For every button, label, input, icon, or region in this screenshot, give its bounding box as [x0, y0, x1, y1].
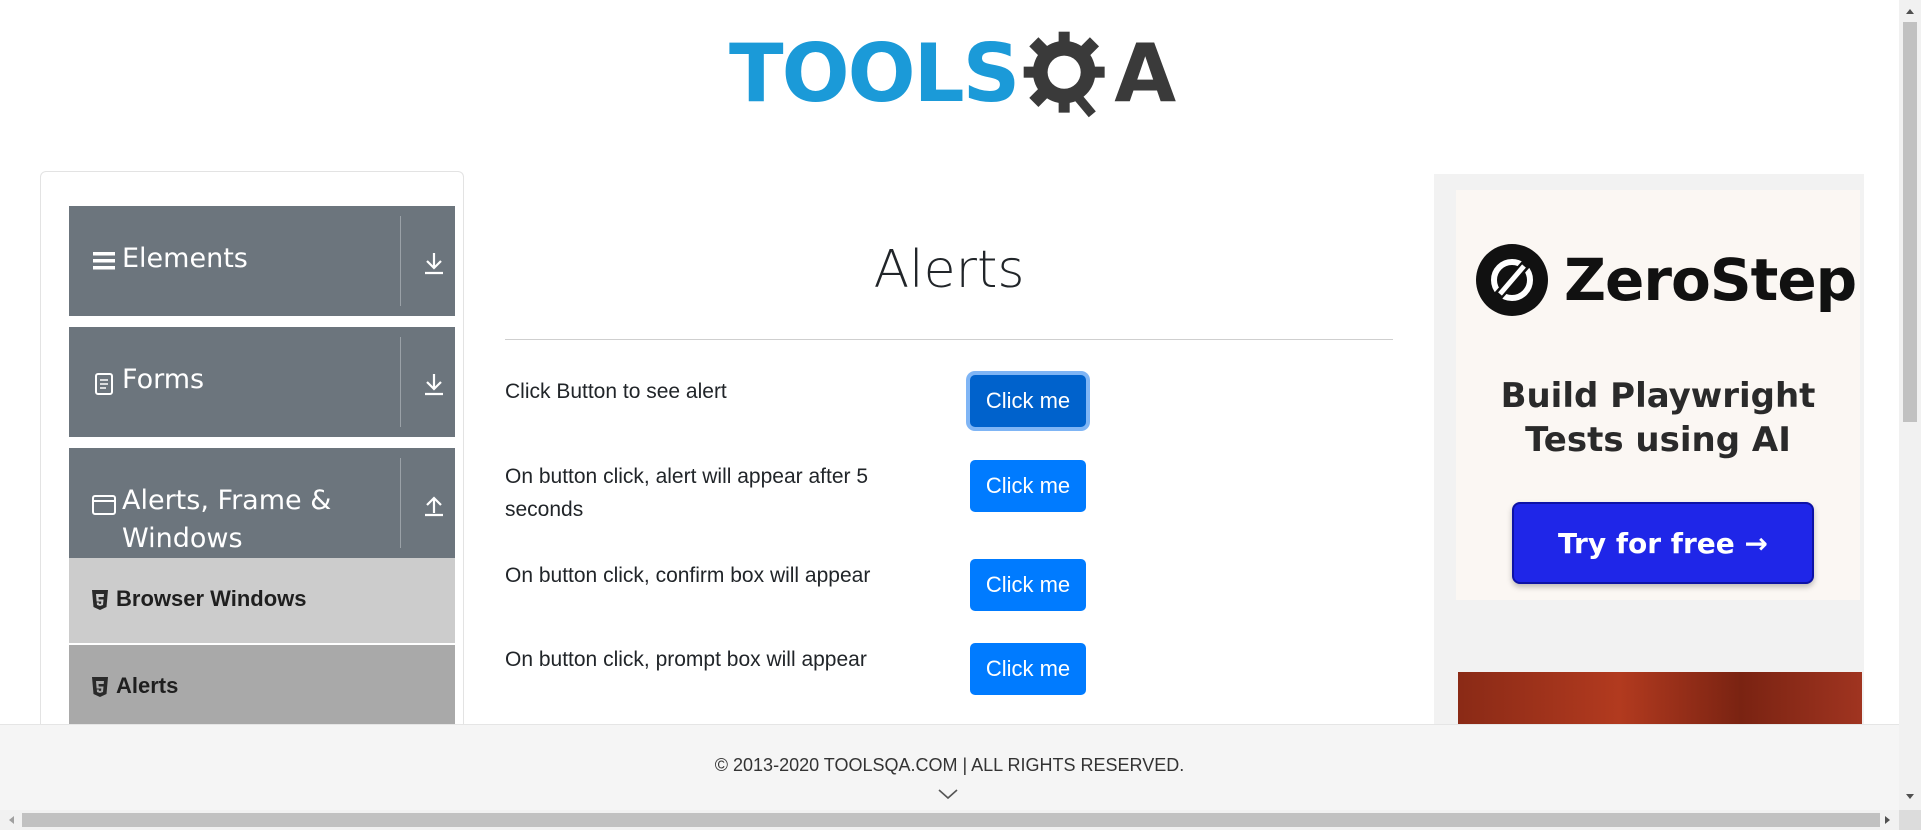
download-arrow-icon[interactable]	[421, 371, 447, 397]
ad-card[interactable]: ZeroStep Build Playwright Tests using AI…	[1456, 190, 1860, 600]
scrollbar-corner	[1899, 810, 1921, 830]
document-icon	[95, 373, 113, 395]
prompt-row-text: On button click, prompt box will appear	[505, 648, 867, 671]
sidebar-item-browser-windows[interactable]: Browser Windows	[69, 558, 455, 643]
advertisement[interactable]: ZeroStep Build Playwright Tests using AI…	[1434, 174, 1864, 734]
gear-magnifier-icon	[1023, 31, 1105, 118]
chevron-down-icon[interactable]	[937, 787, 959, 801]
ad-logo: ZeroStep	[1476, 244, 1857, 316]
divider	[400, 216, 401, 306]
sidebar-group-elements[interactable]: Elements	[69, 206, 455, 316]
alert-button[interactable]: Click me	[970, 375, 1086, 427]
zerostep-logo-icon	[1476, 244, 1548, 316]
logo-tools-text: TOOLS	[729, 27, 1020, 120]
sidebar-item-label: Alerts	[116, 673, 179, 698]
confirm-button[interactable]: Click me	[970, 559, 1086, 611]
confirm-row-text: On button click, confirm box will appear	[505, 564, 871, 587]
timer-alert-row-text: On button click, alert will appear after…	[505, 465, 869, 521]
scroll-left-icon[interactable]	[6, 815, 16, 825]
html5-icon	[92, 590, 108, 610]
ad-headline-line2: Tests using AI	[1525, 420, 1791, 460]
toolsqa-logo[interactable]: TOOLS QAA	[729, 22, 1176, 126]
sidebar-group-alerts-frame-windows[interactable]: Alerts, Frame & Windows	[69, 448, 455, 558]
horizontal-scroll-thumb[interactable]	[22, 813, 1880, 827]
ad-cta-button[interactable]: Try for free →	[1512, 502, 1814, 584]
hamburger-icon	[93, 252, 115, 270]
logo-qa-text: QAA	[1114, 27, 1177, 120]
divider	[505, 339, 1393, 340]
scroll-up-icon[interactable]	[1905, 6, 1915, 16]
ad-brand: ZeroStep	[1564, 246, 1857, 314]
vertical-scroll-thumb[interactable]	[1903, 22, 1917, 422]
download-arrow-icon[interactable]	[421, 250, 447, 276]
scroll-right-icon[interactable]	[1883, 815, 1893, 825]
left-sidebar: Elements Forms Alerts, Frame & Windows B…	[40, 171, 464, 732]
sidebar-group-label-line2: Windows	[122, 523, 243, 554]
prompt-button[interactable]: Click me	[970, 643, 1086, 695]
page-title: Alerts	[873, 240, 1025, 300]
sidebar-group-forms[interactable]: Forms	[69, 327, 455, 437]
divider	[400, 458, 401, 548]
scroll-down-icon[interactable]	[1905, 792, 1915, 802]
ad-headline: Build Playwright Tests using AI	[1456, 374, 1860, 462]
sidebar-group-label: Elements	[122, 243, 248, 274]
ad-headline-line1: Build Playwright	[1500, 376, 1816, 416]
sidebar-group-label-line1: Alerts, Frame &	[122, 485, 332, 516]
sidebar-item-alerts[interactable]: Alerts	[69, 645, 455, 730]
footer: © 2013-2020 TOOLSQA.COM | ALL RIGHTS RES…	[0, 724, 1899, 811]
copyright-text: © 2013-2020 TOOLSQA.COM | ALL RIGHTS RES…	[714, 755, 1185, 775]
sidebar-group-label: Forms	[122, 364, 205, 395]
window-icon	[92, 495, 116, 515]
sidebar-item-label: Browser Windows	[116, 586, 307, 611]
upload-arrow-icon[interactable]	[421, 492, 447, 518]
divider	[400, 337, 401, 427]
html5-icon	[92, 677, 108, 697]
alert-row-text: Click Button to see alert	[505, 380, 727, 403]
timer-alert-button[interactable]: Click me	[970, 460, 1086, 512]
